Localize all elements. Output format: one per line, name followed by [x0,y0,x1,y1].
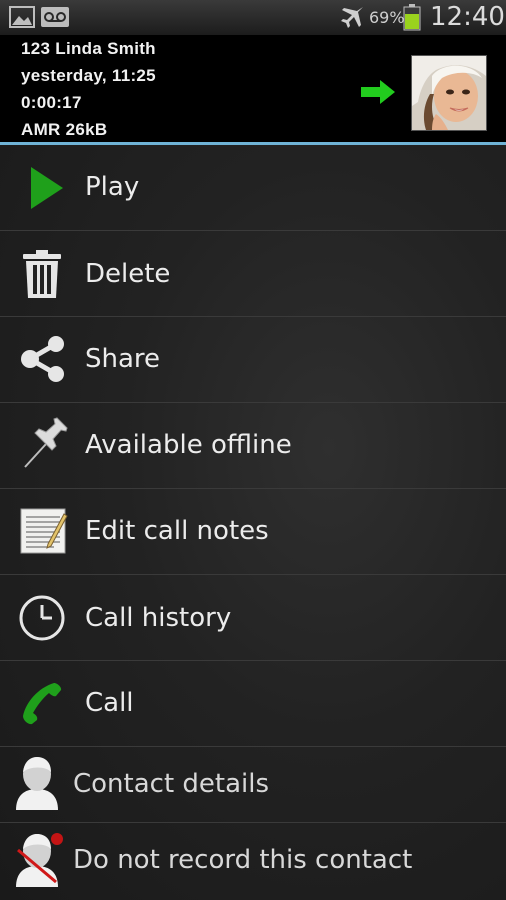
menu-item-delete[interactable]: Delete [0,231,506,317]
battery-icon [403,4,421,35]
menu-item-available-offline[interactable]: Available offline [0,403,506,489]
pin-icon [22,417,70,473]
contact-no-record-icon [12,830,66,892]
file-format-size: AMR 26kB [21,120,108,139]
menu-item-do-not-record[interactable]: Do not record this contact [0,823,506,899]
contact-icon [14,756,60,814]
clock-time: 12:40 [430,2,505,32]
call-duration: 0:00:17 [21,93,82,112]
menu-item-label: Contact details [73,769,270,799]
status-bar: 69% 12:40 [0,0,506,35]
menu-item-edit-call-notes[interactable]: Edit call notes [0,489,506,575]
play-icon [29,165,65,215]
notepad-icon [20,508,68,560]
menu-item-contact-details[interactable]: Contact details [0,747,506,823]
menu-item-label: Play [85,172,140,202]
menu-item-label: Call history [85,603,232,633]
image-notification-icon [9,5,35,33]
menu-item-label: Share [85,344,161,374]
airplane-mode-icon [339,5,365,33]
menu-item-label: Do not record this contact [73,845,413,875]
menu-item-label: Delete [85,259,171,289]
menu-item-call[interactable]: Call [0,661,506,747]
contact-photo[interactable] [411,55,487,131]
phone-icon [20,680,64,730]
menu-item-play[interactable]: Play [0,145,506,231]
action-menu: Play Delete Share Available offline Edit… [0,145,506,900]
menu-item-call-history[interactable]: Call history [0,575,506,661]
battery-percent: 69% [369,8,405,27]
green-right-arrow-icon [360,79,396,109]
clock-icon [18,594,66,646]
recording-header: 123 Linda Smith yesterday, 11:25 0:00:17… [0,35,506,142]
trash-icon [22,249,62,303]
share-icon [20,335,66,387]
voicemail-icon [40,6,70,32]
menu-item-label: Call [85,688,134,718]
caller-number-name: 123 Linda Smith [21,39,156,58]
menu-item-label: Edit call notes [85,516,269,546]
call-datetime: yesterday, 11:25 [21,66,156,85]
menu-item-share[interactable]: Share [0,317,506,403]
menu-item-label: Available offline [85,430,292,460]
